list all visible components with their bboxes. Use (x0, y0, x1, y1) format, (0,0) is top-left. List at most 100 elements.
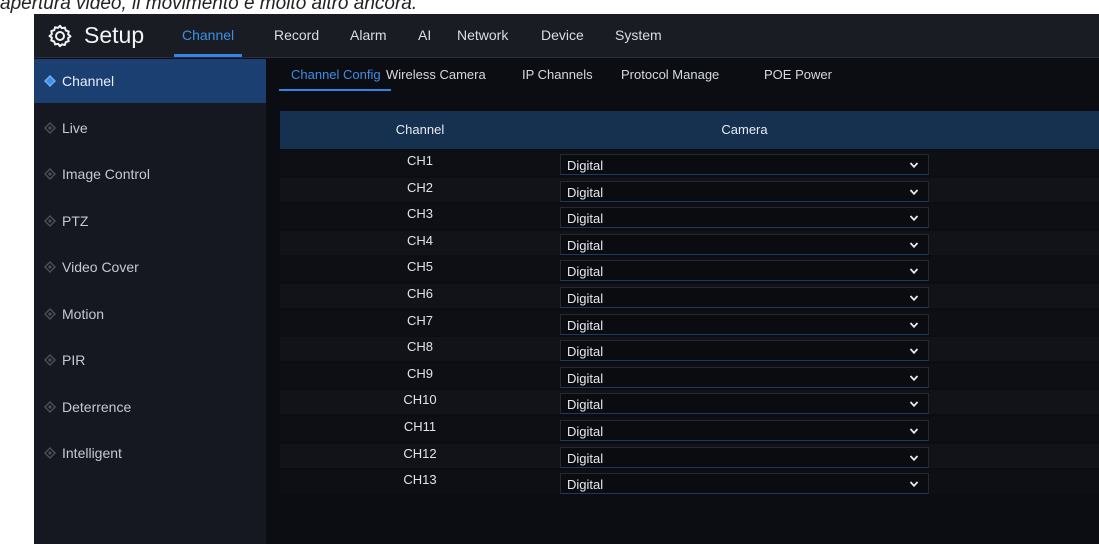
channel-config-table: Channel Camera CH1 Digital CH2 Digital CH3 Di… (280, 111, 1099, 544)
camera-type-select[interactable]: Digital (560, 446, 929, 468)
tab-system[interactable]: System (615, 14, 662, 58)
chevron-down-icon[interactable] (909, 241, 919, 249)
camera-type-select[interactable]: Digital (560, 393, 929, 415)
sidebar-item-channel[interactable]: Channel (34, 59, 266, 103)
table-row: CH7 Digital (280, 310, 1099, 335)
subtab-wireless-camera[interactable]: Wireless Camera (386, 59, 486, 99)
camera-type-value: Digital (567, 370, 604, 386)
chevron-down-icon[interactable] (909, 267, 919, 275)
table-row: CH12 Digital (280, 443, 1099, 468)
sidebar-item-label: Image Control (62, 166, 150, 182)
camera-type-value: Digital (567, 450, 604, 466)
diamond-bullet-icon (44, 447, 56, 459)
tab-channel[interactable]: Channel (173, 14, 243, 58)
chevron-down-icon[interactable] (909, 321, 919, 329)
sidebar-item-live[interactable]: Live (34, 106, 266, 150)
tab-ai[interactable]: AI (418, 14, 431, 58)
diamond-bullet-icon (44, 121, 56, 134)
app-title: Setup (84, 22, 145, 48)
sidebar-item-label: Deterrence (62, 398, 132, 415)
tab-alarm[interactable]: Alarm (350, 14, 387, 58)
camera-type-select[interactable]: Digital (560, 154, 929, 175)
camera-type-select[interactable]: Digital (560, 207, 929, 229)
diamond-bullet-icon (44, 307, 56, 320)
chevron-down-icon[interactable] (909, 400, 919, 408)
camera-type-select[interactable]: Digital (560, 340, 929, 362)
table-row: CH8 Digital (280, 337, 1099, 362)
sidebar-item-pir[interactable]: PIR (34, 338, 266, 382)
table-row: CH10 Digital (280, 390, 1099, 415)
diamond-bullet-icon (44, 214, 56, 227)
dvr-setup-window: Setup Channel Record Alarm AI Network Device S… (34, 14, 1099, 544)
chevron-down-icon[interactable] (909, 480, 919, 488)
camera-type-value: Digital (567, 344, 604, 360)
table-header: Channel Camera (280, 111, 1099, 149)
tab-device[interactable]: Device (541, 14, 584, 58)
chevron-down-icon[interactable] (909, 347, 919, 355)
channel-cell: CH3 (406, 206, 433, 222)
camera-type-select[interactable]: Digital (560, 313, 929, 335)
tab-network[interactable]: Network (457, 14, 508, 58)
tab-record[interactable]: Record (274, 14, 319, 58)
document-caption: apertura video, il movimento è molto alt… (0, 0, 418, 14)
channel-cell: CH11 (403, 419, 437, 434)
chevron-down-icon[interactable] (909, 161, 919, 169)
camera-type-select[interactable]: Digital (560, 180, 929, 202)
sidebar-item-label: Video Cover (62, 259, 139, 275)
chevron-down-icon[interactable] (909, 454, 919, 462)
top-navigation-bar: Setup Channel Record Alarm AI Network Device S… (34, 14, 1099, 58)
diamond-bullet-icon (44, 75, 56, 87)
column-header-channel: Channel (395, 122, 445, 137)
channel-cell: CH1 (406, 153, 433, 168)
diamond-bullet-icon (44, 354, 56, 366)
table-row: CH1 Digital (280, 151, 1099, 175)
sidebar-item-video-cover[interactable]: Video Cover (34, 245, 266, 289)
subtab-poe-power[interactable]: POE Power (764, 59, 832, 99)
sidebar-item-ptz[interactable]: PTZ (34, 199, 266, 243)
channel-cell: CH12 (403, 445, 437, 461)
table-row: CH5 Digital (280, 257, 1099, 282)
camera-type-value: Digital (567, 184, 604, 200)
chevron-down-icon[interactable] (909, 188, 919, 196)
diamond-bullet-icon (44, 400, 56, 413)
camera-type-select[interactable]: Digital (560, 366, 929, 388)
chevron-down-icon[interactable] (909, 427, 919, 435)
sidebar-item-image-control[interactable]: Image Control (34, 152, 266, 196)
diamond-bullet-icon (44, 168, 56, 180)
sidebar-item-label: Motion (62, 305, 105, 322)
chevron-down-icon[interactable] (909, 214, 919, 222)
sidebar: Channel Live Image Control PTZ Video Cover Mo… (34, 59, 266, 544)
camera-type-select[interactable]: Digital (560, 473, 929, 495)
channel-cell: CH13 (403, 472, 437, 488)
table-row: CH13 Digital (280, 470, 1099, 495)
table-row: CH6 Digital (280, 284, 1099, 308)
camera-type-value: Digital (567, 424, 604, 439)
camera-type-select[interactable]: Digital (560, 260, 929, 282)
camera-type-value: Digital (567, 264, 604, 280)
subtab-channel-config[interactable]: Channel Config (279, 59, 391, 99)
channel-cell: CH8 (406, 339, 433, 355)
sidebar-item-deterrence[interactable]: Deterrence (34, 385, 266, 429)
chevron-down-icon[interactable] (909, 294, 919, 302)
camera-type-value: Digital (567, 477, 604, 493)
table-row: CH9 Digital (280, 363, 1099, 388)
diamond-bullet-icon (44, 261, 56, 273)
table-row: CH4 Digital (280, 230, 1099, 255)
sidebar-item-label: Channel (62, 73, 115, 89)
sidebar-item-motion[interactable]: Motion (34, 292, 266, 336)
camera-type-value: Digital (567, 211, 604, 227)
camera-type-value: Digital (567, 158, 604, 173)
camera-type-value: Digital (567, 237, 604, 253)
sidebar-item-intelligent[interactable]: Intelligent (34, 431, 266, 475)
subtab-ip-channels[interactable]: IP Channels (522, 59, 593, 99)
camera-type-select[interactable]: Digital (560, 420, 929, 441)
camera-type-select[interactable]: Digital (560, 233, 929, 255)
subtab-protocol-manage[interactable]: Protocol Manage (621, 59, 719, 99)
gear-icon[interactable] (48, 24, 72, 48)
camera-type-select[interactable]: Digital (560, 287, 929, 308)
camera-type-value: Digital (567, 317, 604, 333)
camera-type-value: Digital (567, 291, 604, 306)
column-header-camera: Camera (721, 122, 768, 137)
table-row: CH2 Digital (280, 177, 1099, 202)
chevron-down-icon[interactable] (909, 374, 919, 382)
